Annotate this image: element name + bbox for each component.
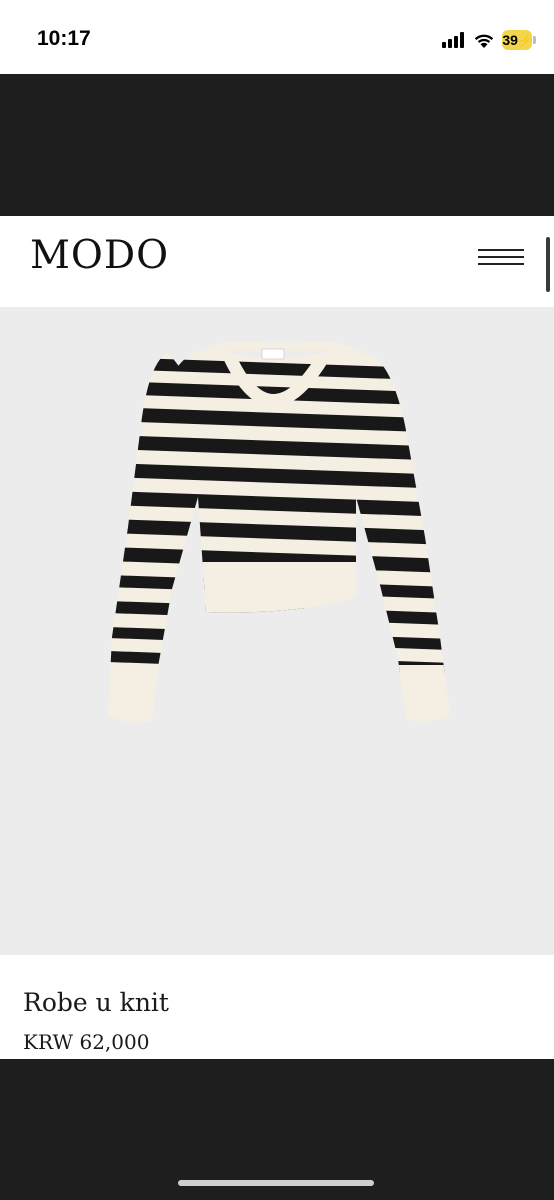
product-name[interactable]: Robe u knit xyxy=(23,988,169,1017)
wifi-icon xyxy=(474,34,494,48)
top-dark-band xyxy=(0,74,554,216)
site-logo[interactable]: MODO xyxy=(30,233,169,278)
product-price: KRW 62,000 xyxy=(23,1030,150,1054)
battery-charging-icon: 39 ⚡ xyxy=(502,30,536,50)
status-bar: 10:17 39 ⚡ xyxy=(0,0,554,74)
battery-level: 39 ⚡ xyxy=(502,30,532,50)
cellular-signal-icon xyxy=(442,32,464,48)
bottom-dark-band xyxy=(0,1059,554,1200)
home-indicator[interactable] xyxy=(178,1180,374,1186)
striped-sweater-image xyxy=(108,341,450,723)
status-time: 10:17 xyxy=(37,27,91,50)
hamburger-menu-icon[interactable] xyxy=(478,245,524,269)
product-image[interactable] xyxy=(0,307,554,955)
battery-percentage: 39 xyxy=(502,32,518,48)
status-icons: 39 ⚡ xyxy=(442,28,536,52)
scroll-indicator[interactable] xyxy=(546,237,550,292)
